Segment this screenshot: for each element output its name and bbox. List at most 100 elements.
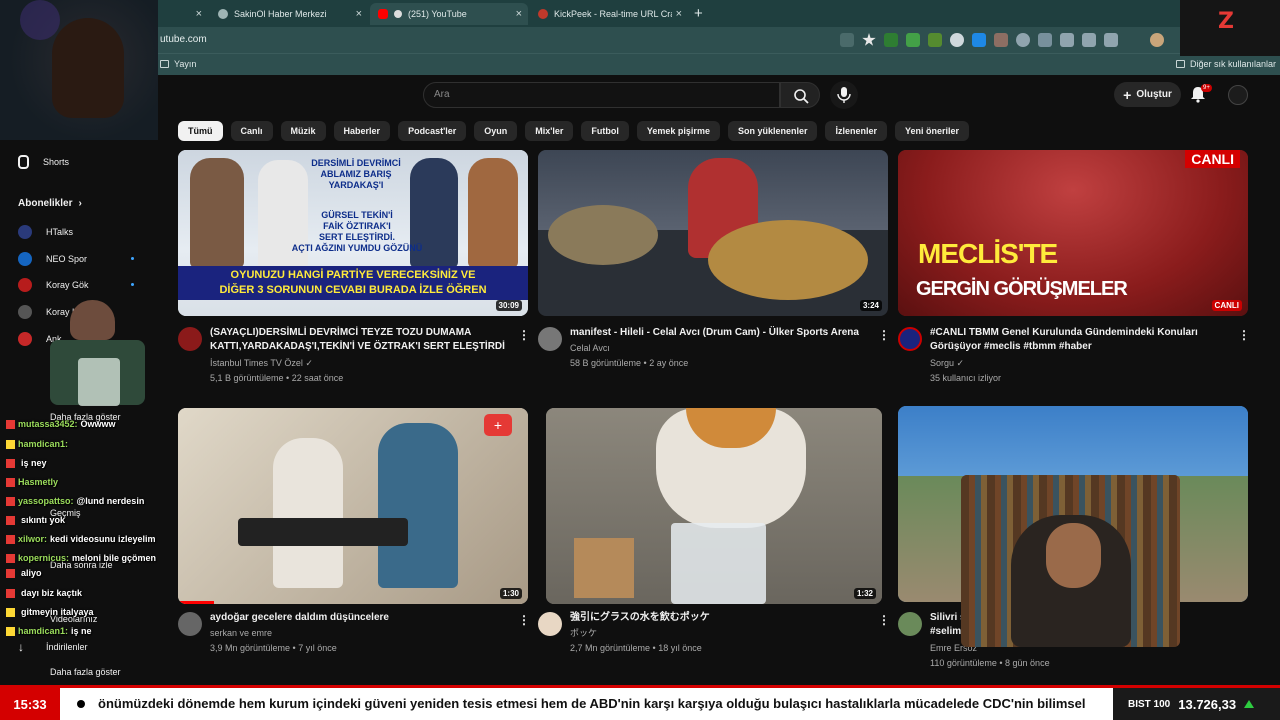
sidebar-show-more-bottom[interactable]: Daha fazla göster — [50, 667, 121, 677]
install-icon[interactable] — [840, 33, 854, 47]
download-icon: ↓ — [18, 640, 24, 654]
video-meta: 2,7 Mn görüntüleme • 18 yıl önce — [570, 643, 702, 653]
filter-chip[interactable]: Oyun — [474, 121, 518, 141]
search-button[interactable] — [780, 82, 820, 108]
profile-avatar[interactable] — [1150, 33, 1164, 47]
video-title[interactable]: #CANLI TBMM Genel Kurulunda Gündemindeki… — [930, 326, 1230, 354]
close-icon[interactable]: × — [516, 8, 522, 20]
channel-avatar[interactable] — [898, 612, 922, 636]
extension-icon[interactable] — [1060, 33, 1074, 47]
search-input[interactable]: Ara — [423, 82, 780, 108]
chat-username[interactable]: Hasmetly — [18, 477, 58, 487]
filter-chip[interactable]: Haberler — [333, 121, 391, 141]
more-options-icon[interactable]: ⋮ — [518, 328, 530, 342]
close-icon[interactable]: × — [196, 8, 202, 20]
channel-name[interactable]: Sorgu — [930, 358, 954, 368]
channel-avatar[interactable] — [538, 327, 562, 351]
sidebar-item-label: HTalks — [46, 227, 74, 237]
translate-icon[interactable] — [972, 33, 986, 47]
chat-username[interactable]: kopernicus: — [18, 553, 69, 563]
tab-kickpeek[interactable]: KickPeek - Real-time URL Crawler × — [530, 3, 688, 25]
extension-icon[interactable] — [884, 33, 898, 47]
sidebar-item-downloads[interactable]: ↓ İndirilenler — [18, 640, 88, 654]
video-thumbnail[interactable]: CANLI MECLİS'TE GERGİN GÖRÜŞMELER CANLI — [898, 150, 1248, 316]
extension-icon[interactable] — [994, 33, 1008, 47]
chat-username[interactable]: yassopattso: — [18, 496, 74, 506]
sidebar-channel-koray-gok[interactable]: Koray Gök — [18, 278, 89, 292]
star-icon[interactable] — [862, 33, 876, 46]
search-placeholder: Ara — [434, 89, 450, 100]
bookmark-other[interactable]: Diğer sık kullanılanlar — [1176, 59, 1276, 69]
filter-chip[interactable]: Podcast'ler — [398, 121, 467, 141]
chat-username[interactable]: xilwor: — [18, 534, 47, 544]
more-options-icon[interactable]: ⋮ — [1238, 328, 1250, 342]
channel-name[interactable]: Celal Avcı — [570, 341, 610, 356]
video-thumbnail[interactable]: + 1:30 — [178, 408, 528, 604]
create-button[interactable]: + Oluştur — [1114, 82, 1181, 107]
puzzle-icon[interactable] — [1038, 33, 1052, 47]
caption-line: SERT ELEŞTİRDİ. — [318, 232, 395, 242]
close-icon[interactable]: × — [676, 8, 682, 20]
filter-chip[interactable]: Futbol — [581, 121, 629, 141]
caption-line: YARDAKAŞ'I — [328, 180, 384, 190]
sidebar-item-label: Daha fazla göster — [50, 667, 121, 677]
sidebar-subscriptions-header[interactable]: Abonelikler › — [18, 198, 82, 209]
video-title[interactable]: 強引にグラスの水を飲むポッケ — [570, 611, 870, 625]
video-thumbnail[interactable]: 1:32 — [546, 408, 882, 604]
channel-name[interactable]: ポッケ — [570, 626, 597, 641]
video-thumbnail[interactable]: DERSİMLİ DEVRİMCİ ABLAMIZ BARIŞ YARDAKAŞ… — [178, 150, 528, 316]
bookmarks-bar: Yayın Diğer sık kullanılanlar — [0, 53, 1280, 75]
filter-chip[interactable]: Mix'ler — [525, 121, 574, 141]
extension-icon[interactable] — [928, 33, 942, 47]
channel-avatar[interactable] — [178, 327, 202, 351]
account-avatar[interactable] — [1228, 85, 1248, 105]
video-thumbnail[interactable]: 3:24 — [538, 150, 888, 316]
extension-icon[interactable] — [1104, 33, 1118, 47]
new-tab-icon[interactable]: + — [694, 5, 703, 22]
filter-chip[interactable]: İzlenenler — [825, 121, 887, 141]
sidebar-channel-neo-spor[interactable]: NEO Spor — [18, 252, 87, 266]
tab-label: (251) YouTube — [408, 9, 467, 19]
section-title: Abonelikler — [18, 198, 73, 209]
tab-unnamed[interactable]: × — [150, 3, 208, 25]
chat-badge-icon — [6, 607, 15, 617]
tab-youtube[interactable]: (251) YouTube × — [370, 3, 528, 25]
more-options-icon[interactable]: ⋮ — [878, 613, 890, 627]
video-title[interactable]: aydoğar gecelere daldım düşüncelere — [210, 611, 510, 625]
video-title[interactable]: (SAYAÇLI)DERSİMLİ DEVRİMCİ TEYZE TOZU DU… — [210, 326, 510, 354]
filter-chip[interactable]: Yeni öneriler — [895, 121, 970, 141]
video-channel-row: Sorgu ✓ — [930, 356, 964, 371]
address-bar: utube.com — [0, 27, 1280, 53]
chat-text: kedi videosunu izleyelim — [50, 534, 156, 544]
channel-name[interactable]: İstanbul Times TV Özel — [210, 358, 303, 368]
more-options-icon[interactable]: ⋮ — [518, 613, 530, 627]
url-field[interactable]: utube.com — [160, 34, 207, 45]
extension-icon[interactable] — [950, 33, 964, 47]
verified-icon: ✓ — [956, 358, 965, 368]
filter-chip[interactable]: Yemek pişirme — [636, 121, 720, 141]
extension-icon[interactable] — [906, 33, 920, 47]
chat-username[interactable]: hamdican1: — [18, 626, 68, 636]
more-options-icon[interactable]: ⋮ — [878, 328, 890, 342]
chat-username[interactable]: hamdican1: — [18, 439, 68, 449]
sidebar-channel-htalks[interactable]: HTalks — [18, 225, 73, 239]
filter-chip[interactable]: Müzik — [280, 121, 326, 141]
add-to-queue-icon[interactable]: + — [484, 414, 512, 436]
sidebar-item-shorts[interactable]: Shorts — [18, 155, 69, 169]
channel-name[interactable]: serkan ve emre — [210, 626, 272, 641]
voice-search-button[interactable] — [830, 81, 858, 109]
filter-chip[interactable]: Tümü — [178, 121, 223, 141]
tab-sakinol[interactable]: SakinOl Haber Merkezi × — [210, 3, 368, 25]
channel-avatar[interactable] — [178, 612, 202, 636]
bookmark-yayin[interactable]: Yayın — [160, 59, 196, 69]
filter-chip[interactable]: Son yüklenenler — [727, 121, 818, 141]
channel-avatar[interactable] — [898, 327, 922, 351]
cabinet — [574, 538, 634, 598]
chat-username[interactable]: mutassa3452: — [18, 419, 78, 429]
filter-chip[interactable]: Canlı — [230, 121, 273, 141]
extension-icon[interactable] — [1082, 33, 1096, 47]
close-icon[interactable]: × — [356, 8, 362, 20]
video-title[interactable]: manifest - Hileli - Celal Avcı (Drum Cam… — [570, 326, 870, 340]
channel-avatar[interactable] — [538, 612, 562, 636]
extension-icon[interactable] — [1016, 33, 1030, 47]
